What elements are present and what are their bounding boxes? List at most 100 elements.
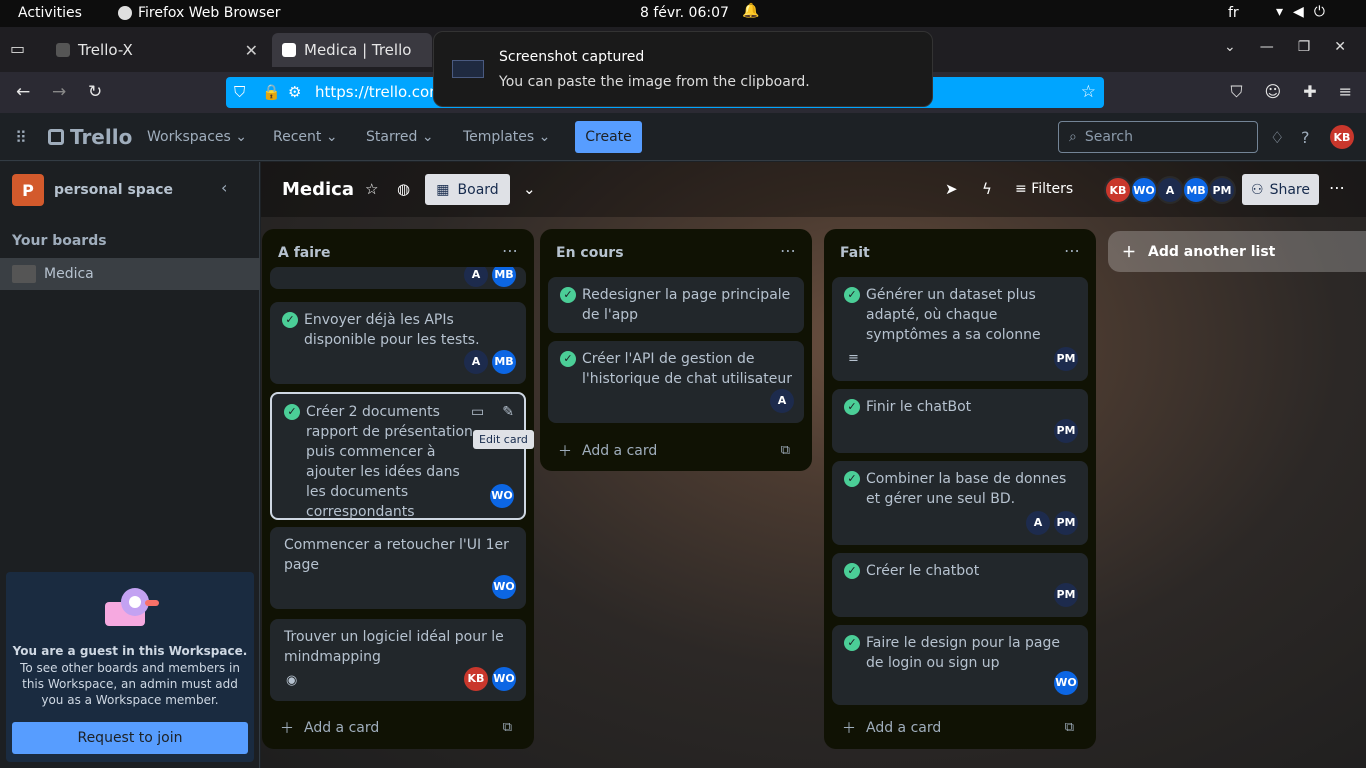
system-tray[interactable]: ▾ ◀ ⏻ xyxy=(1276,4,1325,20)
extensions-icon[interactable]: ✚ xyxy=(1303,82,1316,102)
archive-icon[interactable]: ▭ xyxy=(471,402,484,422)
maximize-icon[interactable]: ❐ xyxy=(1298,39,1311,55)
close-icon[interactable]: ✕ xyxy=(245,41,258,60)
filters-button[interactable]: ≡ Filters xyxy=(1015,181,1073,197)
template-icon[interactable]: ⧉ xyxy=(503,720,512,735)
list-title[interactable]: En cours xyxy=(556,245,624,261)
app-name: Firefox Web Browser xyxy=(138,5,281,21)
permissions-icon[interactable]: ⚙ xyxy=(288,83,301,101)
menu-templates[interactable]: Templates ⌄ xyxy=(463,129,550,145)
card-hovered[interactable]: ✓ Créer 2 documents rapport de présentat… xyxy=(270,392,526,520)
pocket-icon[interactable]: ⛉ xyxy=(1230,82,1242,102)
card-title: Faire le design pour la page de login ou… xyxy=(866,635,1061,671)
member-avatar[interactable]: A xyxy=(1156,176,1184,204)
close-window-icon[interactable]: ✕ xyxy=(1334,39,1346,55)
template-icon[interactable]: ⧉ xyxy=(1065,720,1074,735)
check-icon[interactable]: ✓ xyxy=(284,404,300,420)
screenshot-notification[interactable]: Screenshot captured You can paste the im… xyxy=(433,31,933,107)
add-list-button[interactable]: ＋ Add another list xyxy=(1108,231,1366,272)
search-input[interactable]: ⌕ Search xyxy=(1058,121,1258,153)
tab-list-icon[interactable]: ▭ xyxy=(10,39,25,58)
url-text[interactable]: https://trello.com xyxy=(315,83,444,101)
create-button[interactable]: Create xyxy=(575,121,642,153)
app-menu[interactable]: Firefox Web Browser xyxy=(118,5,281,21)
forward-icon[interactable]: → xyxy=(52,82,66,102)
list-menu-icon[interactable]: ⋯ xyxy=(502,241,518,260)
board-title[interactable]: Medica xyxy=(282,179,354,200)
lock-illustration-icon xyxy=(105,588,159,626)
card[interactable]: Commencer a retoucher l'UI 1er page WO xyxy=(270,527,526,609)
card[interactable]: Trouver un logiciel idéal pour le mindma… xyxy=(270,619,526,701)
card[interactable]: ✓ Finir le chatBot PM xyxy=(832,389,1088,453)
member-avatar[interactable]: KB xyxy=(1104,176,1132,204)
minimize-icon[interactable]: — xyxy=(1260,39,1274,55)
member-avatar[interactable]: PM xyxy=(1208,176,1236,204)
lock-icon[interactable]: 🔒 xyxy=(262,83,281,101)
collapse-sidebar-icon[interactable]: ‹ xyxy=(221,178,227,197)
menu-recent[interactable]: Recent ⌄ xyxy=(273,129,338,145)
card[interactable]: ✓ Générer un dataset plus adapté, où cha… xyxy=(832,277,1088,381)
workspace-header[interactable]: Ppersonal space xyxy=(12,174,173,206)
menu-starred[interactable]: Starred ⌄ xyxy=(366,129,434,145)
list-title[interactable]: A faire xyxy=(278,245,330,261)
back-icon[interactable]: ← xyxy=(16,82,30,102)
share-button[interactable]: ⚇ Share xyxy=(1242,174,1319,205)
member-avatar[interactable]: MB xyxy=(1182,176,1210,204)
bell-icon: 🔔 xyxy=(742,3,760,19)
chevron-down-icon[interactable]: ⌄ xyxy=(1224,39,1236,55)
member-avatar[interactable]: WO xyxy=(1130,176,1158,204)
edit-icon[interactable]: ✎ xyxy=(502,402,514,422)
check-icon[interactable]: ✓ xyxy=(844,635,860,651)
card[interactable]: ✓ Redesigner la page principale de l'app xyxy=(548,277,804,333)
add-card-button[interactable]: ＋ Add a card ⧉ xyxy=(832,712,1088,744)
send-icon[interactable]: ➤ xyxy=(945,180,958,198)
sidebar-board-medica[interactable]: Medica xyxy=(0,258,260,290)
tab-medica[interactable]: Medica | Trello xyxy=(272,33,432,67)
wifi-icon: ▾ xyxy=(1276,4,1284,20)
user-avatar[interactable]: KB xyxy=(1330,125,1354,149)
automation-icon[interactable]: ϟ xyxy=(982,180,992,198)
menu-workspaces[interactable]: Workspaces ⌄ xyxy=(147,129,247,145)
add-card-button[interactable]: ＋ Add a card ⧉ xyxy=(548,435,804,467)
more-icon[interactable]: ⋯ xyxy=(1329,178,1345,197)
check-icon[interactable]: ✓ xyxy=(560,351,576,367)
check-icon[interactable]: ✓ xyxy=(844,287,860,303)
board-view-button[interactable]: ▦ Board xyxy=(425,174,510,205)
card-partial[interactable]: A MB xyxy=(270,267,526,289)
extension-avatar-icon[interactable]: ☺ xyxy=(1265,82,1282,102)
check-icon[interactable]: ✓ xyxy=(844,563,860,579)
help-icon[interactable]: ? xyxy=(1301,128,1310,147)
template-icon[interactable]: ⧉ xyxy=(781,443,790,458)
list-menu-icon[interactable]: ⋯ xyxy=(780,241,796,260)
clock[interactable]: 8 févr. 06:07 xyxy=(640,5,729,21)
bookmark-star-icon[interactable]: ☆ xyxy=(1081,82,1096,102)
activities-button[interactable]: Activities xyxy=(18,5,82,21)
board-members: KB WO A MB PM xyxy=(1104,176,1236,204)
card[interactable]: ✓ Faire le design pour la page de login … xyxy=(832,625,1088,705)
card[interactable]: ✓ Combiner la base de donnes et gérer un… xyxy=(832,461,1088,545)
check-icon[interactable]: ✓ xyxy=(560,287,576,303)
language-indicator[interactable]: fr xyxy=(1228,5,1239,21)
card[interactable]: ✓ Envoyer déjà les APIs disponible pour … xyxy=(270,302,526,384)
menu-icon[interactable]: ≡ xyxy=(1339,82,1352,102)
reload-icon[interactable]: ↻ xyxy=(88,82,102,102)
visibility-icon[interactable]: ◍ xyxy=(397,180,410,198)
add-card-button[interactable]: ＋ Add a card ⧉ xyxy=(270,712,526,744)
card[interactable]: ✓ Créer le chatbot PM xyxy=(832,553,1088,617)
chevron-down-icon[interactable]: ⌄ xyxy=(523,180,536,198)
list-menu-icon[interactable]: ⋯ xyxy=(1064,241,1080,260)
app-switcher-icon[interactable]: ⠿ xyxy=(15,128,27,147)
star-icon[interactable]: ☆ xyxy=(365,180,378,198)
tab-trello-x[interactable]: Trello-X ✕ xyxy=(46,33,268,67)
notification-title: Screenshot captured xyxy=(499,49,645,65)
shield-icon[interactable]: ⛉ xyxy=(234,83,245,101)
request-to-join-button[interactable]: Request to join xyxy=(12,722,248,754)
notifications-icon[interactable]: ♢ xyxy=(1270,128,1284,147)
check-icon[interactable]: ✓ xyxy=(844,399,860,415)
list-title[interactable]: Fait xyxy=(840,245,870,261)
trello-logo[interactable]: Trello xyxy=(48,125,132,149)
card[interactable]: ✓ Créer l'API de gestion de l'historique… xyxy=(548,341,804,423)
check-icon[interactable]: ✓ xyxy=(282,312,298,328)
check-icon[interactable]: ✓ xyxy=(844,471,860,487)
card-members: WO xyxy=(490,484,514,508)
